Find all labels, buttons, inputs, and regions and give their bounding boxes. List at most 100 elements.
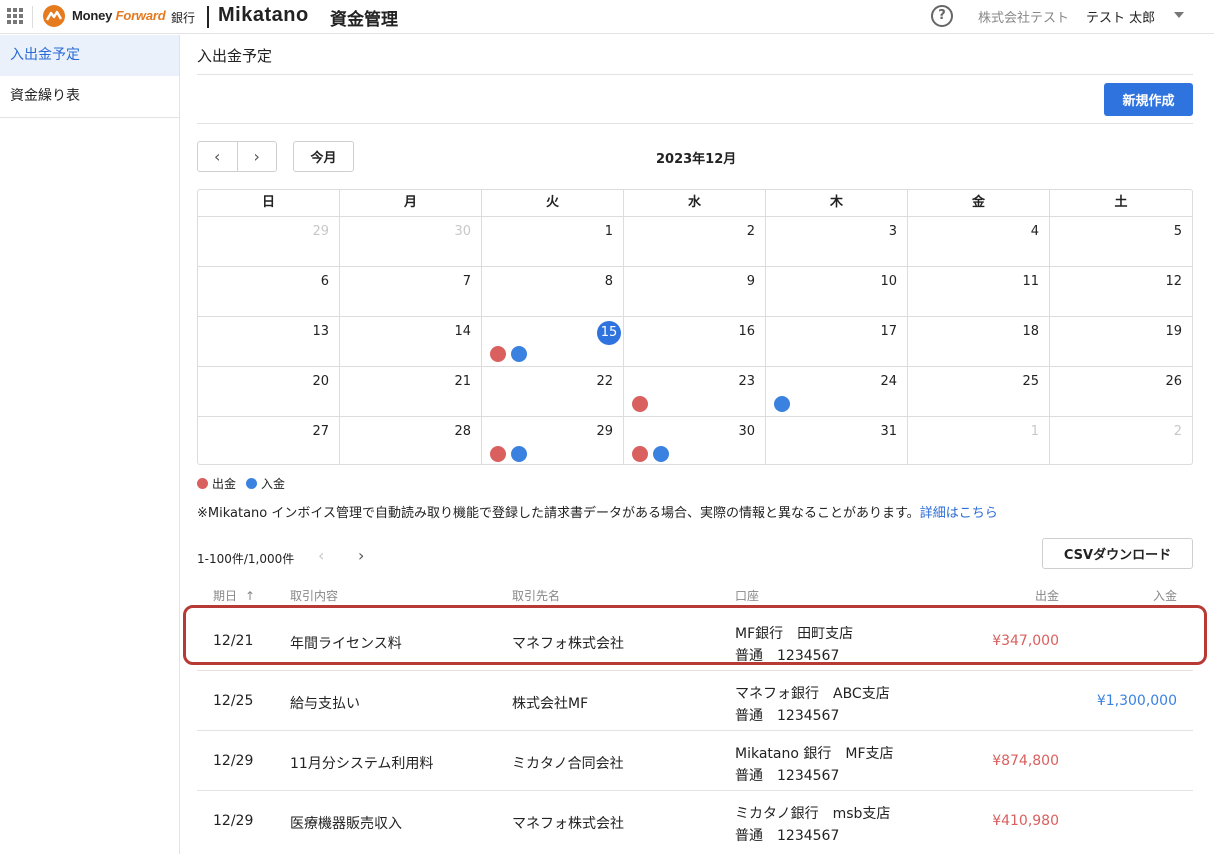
outgoing-dot-icon[interactable] <box>490 346 506 362</box>
calendar-day-cell[interactable]: 19 <box>1050 317 1192 366</box>
header-divider <box>32 6 33 28</box>
day-number: 11 <box>1022 274 1039 289</box>
outgoing-dot-icon[interactable] <box>490 446 506 462</box>
next-month-button[interactable]: › <box>238 142 277 171</box>
incoming-dot-icon[interactable] <box>653 446 669 462</box>
day-number: 1 <box>1030 424 1039 439</box>
calendar-day-cell[interactable]: 9 <box>624 267 766 316</box>
legend: 出金 入金 <box>197 475 295 492</box>
legend-out-label: 出金 <box>212 477 237 491</box>
calendar-week: 20 21 22 23 24 25 26 <box>198 367 1192 417</box>
column-header-account: 口座 <box>735 589 760 603</box>
day-number: 21 <box>454 374 471 389</box>
help-icon[interactable]: ? <box>931 5 953 27</box>
calendar-day-cell[interactable]: 21 <box>340 367 482 416</box>
day-number: 6 <box>320 274 329 289</box>
calendar-day-cell[interactable]: 8 <box>482 267 624 316</box>
calendar-day-cell[interactable]: 3 <box>766 217 908 266</box>
event-dots <box>490 346 527 362</box>
table-row[interactable]: 12/25 給与支払い 株式会社MF マネフォ銀行 ABC支店 普通 1234567 ¥1… <box>197 671 1193 731</box>
day-number: 24 <box>880 374 897 389</box>
row-date: 12/29 <box>213 753 254 769</box>
day-number: 3 <box>888 224 897 239</box>
chevron-down-icon[interactable] <box>1174 12 1184 18</box>
weekday-label: 月 <box>340 190 482 216</box>
day-number: 18 <box>1022 324 1039 339</box>
calendar-day-cell[interactable]: 7 <box>340 267 482 316</box>
this-month-button[interactable]: 今月 <box>293 141 354 172</box>
day-number: 12 <box>1165 274 1182 289</box>
calendar-day-cell[interactable]: 15 <box>482 317 624 366</box>
calendar-day-cell[interactable]: 4 <box>908 217 1050 266</box>
calendar-day-cell[interactable]: 26 <box>1050 367 1192 416</box>
column-header-date[interactable]: 期日 ↑ <box>213 587 255 604</box>
calendar-day-cell[interactable]: 27 <box>198 417 340 464</box>
calendar-day-cell[interactable]: 17 <box>766 317 908 366</box>
calendar-day-cell[interactable]: 23 <box>624 367 766 416</box>
calendar-day-cell[interactable]: 10 <box>766 267 908 316</box>
sidebar: 入出金予定 資金繰り表 <box>0 35 180 854</box>
day-number: 17 <box>880 324 897 339</box>
calendar-day-cell[interactable]: 25 <box>908 367 1050 416</box>
outgoing-dot-icon <box>197 478 208 489</box>
outgoing-dot-icon[interactable] <box>632 446 648 462</box>
calendar-day-cell[interactable]: 30 <box>340 217 482 266</box>
weekday-label: 木 <box>766 190 908 216</box>
calendar-day-cell[interactable]: 30 <box>624 417 766 464</box>
day-number: 7 <box>462 274 471 289</box>
calendar-day-cell[interactable]: 20 <box>198 367 340 416</box>
outgoing-dot-icon[interactable] <box>632 396 648 412</box>
calendar-day-cell[interactable]: 12 <box>1050 267 1192 316</box>
calendar-day-cell[interactable]: 5 <box>1050 217 1192 266</box>
day-number: 4 <box>1030 224 1039 239</box>
calendar-day-cell[interactable]: 24 <box>766 367 908 416</box>
calendar-day-cell[interactable]: 6 <box>198 267 340 316</box>
calendar-day-cell[interactable]: 1 <box>908 417 1050 464</box>
calendar-day-cell[interactable]: 16 <box>624 317 766 366</box>
calendar-day-cell[interactable]: 1 <box>482 217 624 266</box>
app-subtitle: 資金管理 <box>330 10 398 30</box>
table-row[interactable]: 12/29 11月分システム利用料 ミカタノ合同会社 Mikatano 銀行 MF支店… <box>197 731 1193 791</box>
event-dots <box>490 446 527 462</box>
row-outgoing-amount: ¥874,800 <box>992 753 1059 769</box>
calendar-day-cell[interactable]: 31 <box>766 417 908 464</box>
event-dots <box>774 396 790 412</box>
calendar-day-cell[interactable]: 18 <box>908 317 1050 366</box>
calendar-grid: 29 30 1 2 3 4 5 6 7 8 9 10 11 12 13 14 15 16 17 18 19 20 21 22 2… <box>198 217 1192 464</box>
prev-page-button[interactable]: ‹ <box>318 546 324 565</box>
csv-download-button[interactable]: CSVダウンロード <box>1042 538 1193 569</box>
weekday-label: 日 <box>198 190 340 216</box>
calendar-day-cell[interactable]: 22 <box>482 367 624 416</box>
app-grid-icon[interactable] <box>7 8 23 24</box>
table-row[interactable]: 12/29 医療機器販売収入 マネフォ株式会社 ミカタノ銀行 msb支店 普通 1234… <box>197 791 1193 851</box>
new-create-button[interactable]: 新規作成 <box>1104 83 1193 116</box>
next-page-button[interactable]: › <box>358 546 364 565</box>
day-number: 29 <box>312 224 329 239</box>
prev-month-button[interactable]: ‹ <box>198 142 238 171</box>
month-nav: ‹ › <box>197 141 277 172</box>
calendar-day-cell[interactable]: 29 <box>198 217 340 266</box>
calendar-day-cell[interactable]: 28 <box>340 417 482 464</box>
divider <box>197 123 1193 124</box>
details-link[interactable]: 詳細はこちら <box>920 506 998 521</box>
calendar-day-cell[interactable]: 14 <box>340 317 482 366</box>
sort-up-icon[interactable]: ↑ <box>245 589 255 603</box>
calendar-day-cell[interactable]: 29 <box>482 417 624 464</box>
row-partner: ミカタノ合同会社 <box>512 756 624 772</box>
calendar-day-cell[interactable]: 13 <box>198 317 340 366</box>
sidebar-item-schedule[interactable]: 入出金予定 <box>0 35 179 76</box>
calendar-week: 13 14 15 16 17 18 19 <box>198 317 1192 367</box>
calendar-day-cell[interactable]: 2 <box>1050 417 1192 464</box>
user-name[interactable]: テスト 太郎 <box>1086 7 1155 26</box>
incoming-dot-icon[interactable] <box>774 396 790 412</box>
row-account-number: 普通 1234567 <box>735 828 840 844</box>
row-description: 給与支払い <box>290 696 360 712</box>
incoming-dot-icon[interactable] <box>511 446 527 462</box>
pager-count: 1-100件/1,000件 <box>197 552 295 566</box>
calendar-day-cell[interactable]: 11 <box>908 267 1050 316</box>
highlight-annotation <box>183 605 1207 665</box>
calendar-day-cell[interactable]: 2 <box>624 217 766 266</box>
incoming-dot-icon[interactable] <box>511 346 527 362</box>
day-number: 27 <box>312 424 329 439</box>
sidebar-item-cashflow[interactable]: 資金繰り表 <box>0 76 179 118</box>
